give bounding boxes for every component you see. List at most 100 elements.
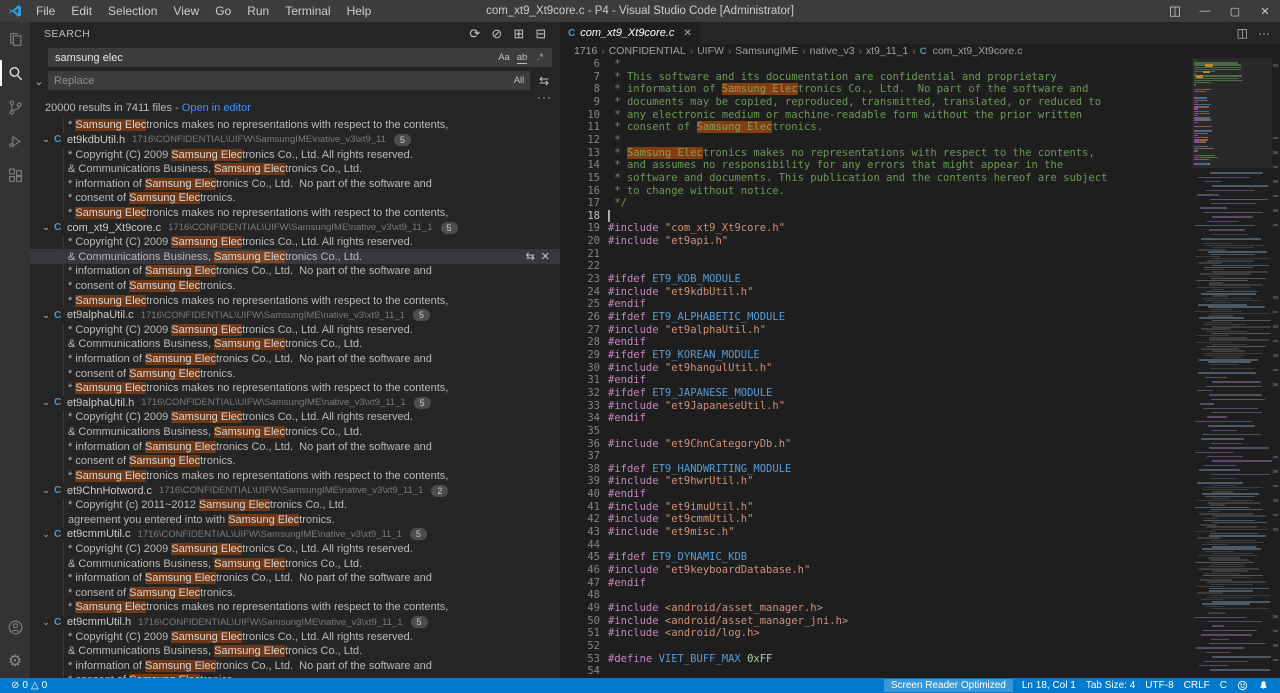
result-match-row[interactable]: * Copyright (c) 2011~2012 Samsung Electr…: [30, 498, 560, 513]
customize-layout-icon[interactable]: ◫: [1160, 0, 1190, 22]
menu-run[interactable]: Run: [239, 0, 277, 22]
extensions-icon[interactable]: [0, 158, 30, 192]
dismiss-match-icon[interactable]: ✕: [541, 250, 550, 263]
cursor-position[interactable]: Ln 18, Col 1: [1017, 680, 1081, 691]
language-mode[interactable]: C: [1215, 680, 1232, 691]
replace-match-icon[interactable]: ⇆: [526, 250, 535, 263]
result-match-row[interactable]: * Copyright (C) 2009 Samsung Electronics…: [30, 410, 560, 425]
result-match-row[interactable]: * Samsung Electronics makes no represent…: [30, 469, 560, 484]
result-match-row[interactable]: * Copyright (C) 2009 Samsung Electronics…: [30, 629, 560, 644]
result-match-row[interactable]: * Samsung Electronics makes no represent…: [30, 381, 560, 396]
bell-icon[interactable]: [1253, 680, 1274, 691]
tab-com-xt9-xt9core[interactable]: C com_xt9_Xt9core.c ✕: [560, 22, 700, 44]
result-match-row[interactable]: * consent of Samsung Electronics.: [30, 454, 560, 469]
result-match-row[interactable]: & Communications Business, Samsung Elect…: [30, 249, 560, 264]
replace-all-icon[interactable]: ⇆: [535, 72, 553, 89]
result-match-row[interactable]: * Copyright (C) 2009 Samsung Electronics…: [30, 542, 560, 557]
result-match-row[interactable]: * Samsung Electronics makes no represent…: [30, 600, 560, 615]
encoding[interactable]: UTF-8: [1140, 680, 1178, 691]
result-match-row[interactable]: & Communications Business, Samsung Elect…: [30, 337, 560, 352]
more-actions-icon[interactable]: ···: [1258, 26, 1270, 40]
preserve-case-icon[interactable]: All: [511, 73, 527, 88]
result-match-row[interactable]: & Communications Business, Samsung Elect…: [30, 162, 560, 177]
open-new-search-editor-icon[interactable]: ⊞: [510, 25, 528, 43]
result-match-row[interactable]: * consent of Samsung Electronics.: [30, 673, 560, 678]
result-match-row[interactable]: * information of Samsung Electronics Co.…: [30, 264, 560, 279]
result-file-row[interactable]: ⌄Cet9cmmUtil.c1716\CONFIDENTIAL\UIFW\Sam…: [30, 527, 560, 542]
screen-reader-indicator[interactable]: Screen Reader Optimized: [884, 679, 1013, 692]
minimize-button[interactable]: —: [1190, 0, 1220, 22]
whole-word-icon[interactable]: ab: [514, 50, 530, 65]
result-file-row[interactable]: ⌄Cet9alphaUtil.c1716\CONFIDENTIAL\UIFW\S…: [30, 308, 560, 323]
toggle-search-details-icon[interactable]: ···: [537, 90, 552, 104]
close-button[interactable]: ✕: [1250, 0, 1280, 22]
chevron-down-icon[interactable]: ⌄: [38, 134, 54, 145]
breadcrumb-item[interactable]: 1716: [574, 45, 597, 57]
result-match-row[interactable]: * information of Samsung Electronics Co.…: [30, 571, 560, 586]
chevron-down-icon[interactable]: ⌄: [38, 485, 54, 496]
result-match-row[interactable]: & Communications Business, Samsung Elect…: [30, 556, 560, 571]
result-match-row[interactable]: * Samsung Electronics makes no represent…: [30, 293, 560, 308]
breadcrumb-item[interactable]: com_xt9_Xt9core.c: [933, 45, 1023, 57]
refresh-icon[interactable]: ⟳: [466, 25, 484, 43]
regex-icon[interactable]: .*: [532, 50, 548, 65]
menu-file[interactable]: File: [28, 0, 63, 22]
maximize-button[interactable]: ▢: [1220, 0, 1250, 22]
search-icon[interactable]: [0, 56, 30, 90]
settings-gear-icon[interactable]: ⚙: [0, 644, 30, 678]
feedback-icon[interactable]: [1232, 680, 1253, 691]
source-control-icon[interactable]: [0, 90, 30, 124]
result-match-row[interactable]: * Samsung Electronics makes no represent…: [30, 206, 560, 221]
result-file-row[interactable]: ⌄Cet9ChnHotword.c1716\CONFIDENTIAL\UIFW\…: [30, 483, 560, 498]
code-editor[interactable]: 6 *7 * This software and its documentati…: [560, 58, 1280, 678]
result-file-row[interactable]: ⌄Cet9alphaUtil.h1716\CONFIDENTIAL\UIFW\S…: [30, 396, 560, 411]
collapse-all-icon[interactable]: ⊟: [532, 25, 550, 43]
chevron-down-icon[interactable]: ⌄: [38, 397, 54, 408]
menu-go[interactable]: Go: [207, 0, 239, 22]
result-match-row[interactable]: * Samsung Electronics makes no represent…: [30, 118, 560, 133]
result-match-row[interactable]: & Communications Business, Samsung Elect…: [30, 644, 560, 659]
open-in-editor-link[interactable]: Open in editor: [182, 102, 251, 114]
close-tab-icon[interactable]: ✕: [683, 28, 691, 39]
menu-view[interactable]: View: [165, 0, 207, 22]
result-match-row[interactable]: * information of Samsung Electronics Co.…: [30, 176, 560, 191]
replace-input[interactable]: [48, 75, 511, 87]
breadcrumb-item[interactable]: UIFW: [697, 45, 724, 57]
chevron-down-icon[interactable]: ⌄: [38, 529, 54, 540]
search-input[interactable]: [49, 52, 496, 64]
breadcrumb-item[interactable]: CONFIDENTIAL: [609, 45, 686, 57]
breadcrumb-item[interactable]: SamsungIME: [735, 45, 798, 57]
menu-edit[interactable]: Edit: [63, 0, 100, 22]
result-file-row[interactable]: ⌄Cet9cmmUtil.h1716\CONFIDENTIAL\UIFW\Sam…: [30, 615, 560, 630]
explorer-icon[interactable]: [0, 22, 30, 56]
result-match-row[interactable]: * Copyright (C) 2009 Samsung Electronics…: [30, 235, 560, 250]
clear-search-results-icon[interactable]: ⊘: [488, 25, 506, 43]
run-and-debug-icon[interactable]: [0, 124, 30, 158]
result-match-row[interactable]: * consent of Samsung Electronics.: [30, 279, 560, 294]
breadcrumb-item[interactable]: native_v3: [810, 45, 855, 57]
result-match-row[interactable]: * consent of Samsung Electronics.: [30, 586, 560, 601]
result-match-row[interactable]: * Copyright (C) 2009 Samsung Electronics…: [30, 323, 560, 338]
account-icon[interactable]: [0, 610, 30, 644]
match-case-icon[interactable]: Aa: [496, 50, 512, 65]
menu-help[interactable]: Help: [339, 0, 380, 22]
tab-size[interactable]: Tab Size: 4: [1081, 680, 1140, 691]
chevron-down-icon[interactable]: ⌄: [38, 617, 54, 628]
result-file-row[interactable]: ⌄Ccom_xt9_Xt9core.c1716\CONFIDENTIAL\UIF…: [30, 220, 560, 235]
result-match-row[interactable]: * consent of Samsung Electronics.: [30, 191, 560, 206]
result-match-row[interactable]: * information of Samsung Electronics Co.…: [30, 659, 560, 674]
problems-indicator[interactable]: ⊘0 △0: [6, 680, 52, 691]
breadcrumb-item[interactable]: xt9_11_1: [866, 45, 908, 57]
breadcrumb[interactable]: 1716›CONFIDENTIAL›UIFW›SamsungIME›native…: [560, 44, 1280, 58]
result-match-row[interactable]: * Copyright (C) 2009 Samsung Electronics…: [30, 147, 560, 162]
result-match-row[interactable]: * consent of Samsung Electronics.: [30, 366, 560, 381]
result-match-row[interactable]: agreement you entered into with Samsung …: [30, 512, 560, 527]
result-match-row[interactable]: * information of Samsung Electronics Co.…: [30, 439, 560, 454]
chevron-down-icon[interactable]: ⌄: [38, 310, 54, 321]
eol[interactable]: CRLF: [1179, 680, 1215, 691]
toggle-replace-chevron-icon[interactable]: ⌄: [32, 74, 46, 88]
result-file-row[interactable]: ⌄Cet9kdbUtil.h1716\CONFIDENTIAL\UIFW\Sam…: [30, 133, 560, 148]
split-editor-icon[interactable]: ◫: [1237, 26, 1248, 40]
result-match-row[interactable]: & Communications Business, Samsung Elect…: [30, 425, 560, 440]
menu-terminal[interactable]: Terminal: [277, 0, 338, 22]
